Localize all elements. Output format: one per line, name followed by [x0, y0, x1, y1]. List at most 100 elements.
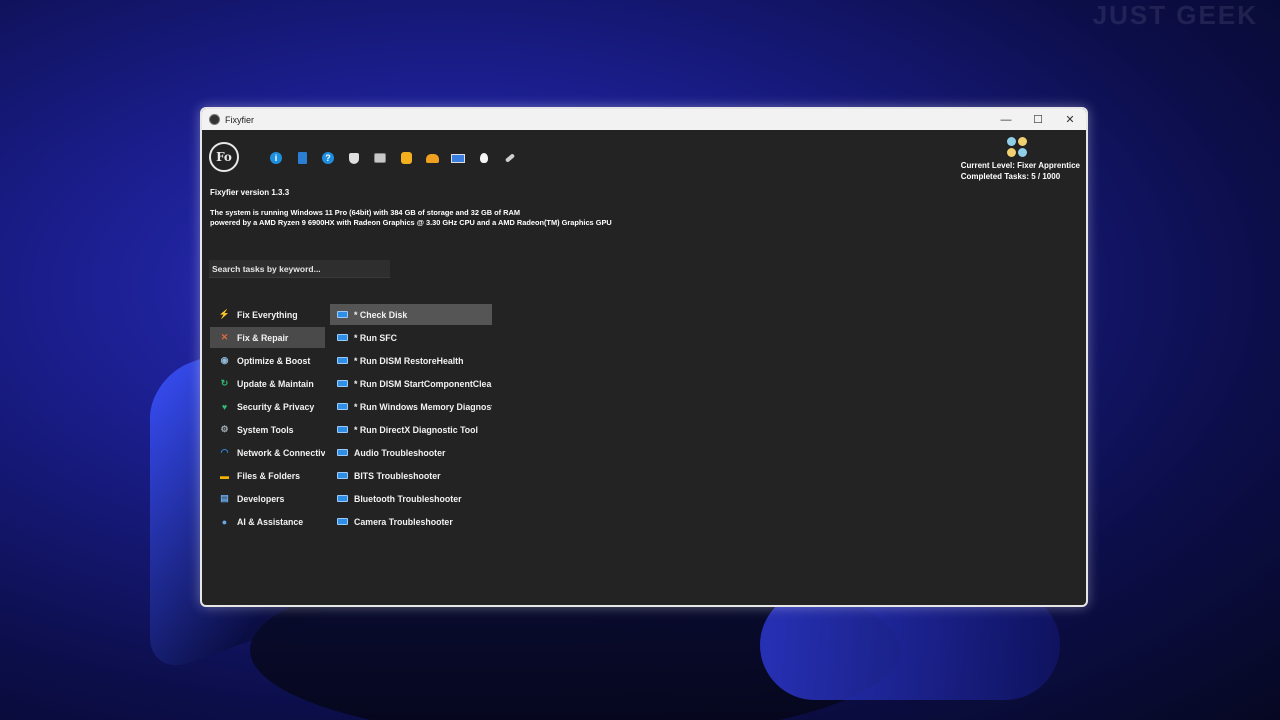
category-label: Optimize & Boost	[237, 355, 311, 366]
task-label: * Run DISM RestoreHealth	[354, 355, 464, 366]
category-label: Files & Folders	[237, 470, 301, 481]
category-item[interactable]: ↻ Update & Maintain	[210, 373, 325, 394]
screen-button[interactable]	[450, 150, 466, 166]
fixyfier-logo: Fo	[209, 142, 239, 172]
shop-button[interactable]	[372, 150, 388, 166]
thumbs-up-icon	[400, 152, 412, 164]
task-label: Audio Troubleshooter	[354, 447, 446, 458]
task-label: * Run Windows Memory Diagnostic	[354, 401, 492, 412]
task-item[interactable]: * Check Disk	[330, 304, 492, 325]
category-label: Network & Connectivity	[237, 447, 325, 458]
window-tool-icon	[337, 311, 348, 318]
help-button[interactable]: ?	[320, 150, 336, 166]
system-info: The system is running Windows 11 Pro (64…	[210, 208, 612, 228]
system-info-line: The system is running Windows 11 Pro (64…	[210, 208, 520, 217]
version-label: Fixyfier version 1.3.3	[210, 188, 290, 197]
category-item[interactable]: ▤ Developers	[210, 488, 325, 509]
lightbulb-icon	[480, 153, 488, 163]
close-button[interactable]: ✕	[1054, 109, 1086, 130]
category-label: AI & Assistance	[237, 516, 304, 527]
lightbulb-button[interactable]	[476, 150, 492, 166]
task-label: BITS Troubleshooter	[354, 470, 441, 481]
app-icon	[209, 114, 220, 125]
window-tool-icon	[337, 334, 348, 341]
shop-icon	[374, 153, 386, 163]
task-item[interactable]: * Run DISM StartComponentCleanup	[330, 373, 492, 394]
category-label: System Tools	[237, 424, 294, 435]
ai-head-icon: ●	[221, 516, 228, 527]
brush-button[interactable]	[502, 150, 518, 166]
window-tool-icon	[337, 472, 348, 479]
category-label: Fix & Repair	[237, 332, 289, 343]
level-badge-icon	[1006, 136, 1028, 158]
window-tool-icon	[337, 495, 348, 502]
minimize-button[interactable]: —	[990, 109, 1022, 130]
task-label: * Run SFC	[354, 332, 398, 343]
category-item[interactable]: ⚙ System Tools	[210, 419, 325, 440]
level-info: Current Level: Fixer Apprentice Complete…	[961, 160, 1080, 182]
wifi-icon: ◠	[220, 447, 229, 457]
maximize-button[interactable]: ☐	[1022, 109, 1054, 130]
category-label: Update & Maintain	[237, 378, 314, 389]
task-item[interactable]: * Run SFC	[330, 327, 492, 348]
donate-button[interactable]	[424, 150, 440, 166]
category-item[interactable]: ✕ Fix & Repair	[210, 327, 325, 348]
info-button[interactable]: i	[268, 150, 284, 166]
toolbar: i?	[268, 150, 518, 166]
search-input[interactable]	[209, 260, 390, 278]
thumbs-up-button[interactable]	[398, 150, 414, 166]
task-item[interactable]: * Run Windows Memory Diagnostic	[330, 396, 492, 417]
document-icon: ▤	[220, 493, 229, 503]
donate-icon	[425, 153, 439, 163]
task-item[interactable]: Audio Troubleshooter	[330, 442, 492, 463]
window-tool-icon	[337, 518, 348, 525]
task-label: Camera Troubleshooter	[354, 516, 453, 527]
window-tool-icon	[337, 357, 348, 364]
category-item[interactable]: ▬ Files & Folders	[210, 465, 325, 486]
category-item[interactable]: ♥ Security & Privacy	[210, 396, 325, 417]
task-label: * Check Disk	[354, 309, 408, 320]
category-label: Developers	[237, 493, 285, 504]
main-content: Fo i? Current Level: Fixer Apprentice Co…	[202, 130, 1086, 605]
task-item[interactable]: Bluetooth Troubleshooter	[330, 488, 492, 509]
window-tool-icon	[337, 380, 348, 387]
category-item[interactable]: ◠ Network & Connectivity	[210, 442, 325, 463]
refresh-icon: ↻	[220, 378, 229, 388]
category-list: ⚡ Fix Everything ✕ Fix & Repair ◉ Optimize & …	[210, 304, 325, 534]
window-tool-icon	[337, 449, 348, 456]
gear-icon: ⚙	[220, 424, 229, 434]
info-icon: i	[270, 152, 282, 164]
window-tool-icon	[337, 403, 348, 410]
shield-icon: ♥	[221, 401, 228, 412]
book-icon	[297, 152, 307, 164]
category-item[interactable]: ● AI & Assistance	[210, 511, 325, 532]
book-button[interactable]	[294, 150, 310, 166]
help-icon: ?	[322, 152, 334, 164]
task-label: * Run DISM StartComponentCleanup	[354, 378, 492, 389]
category-item[interactable]: ⚡ Fix Everything	[210, 304, 325, 325]
window-tool-icon	[337, 426, 348, 433]
task-item[interactable]: Camera Troubleshooter	[330, 511, 492, 532]
coffee-icon	[349, 152, 359, 164]
task-label: Bluetooth Troubleshooter	[354, 493, 462, 504]
window-title: Fixyfier	[225, 114, 254, 125]
tools-icon: ✕	[220, 332, 229, 342]
category-label: Fix Everything	[237, 309, 298, 320]
system-info-line: powered by a AMD Ryzen 9 6900HX with Rad…	[210, 218, 612, 227]
window-controls: — ☐ ✕	[990, 109, 1086, 130]
task-label: * Run DirectX Diagnostic Tool	[354, 424, 478, 435]
title-bar[interactable]: Fixyfier — ☐ ✕	[202, 109, 1086, 130]
brush-icon	[504, 153, 516, 163]
category-item[interactable]: ◉ Optimize & Boost	[210, 350, 325, 371]
task-list: * Check Disk * Run SFC * Run DISM RestoreH…	[330, 304, 492, 534]
task-item[interactable]: * Run DirectX Diagnostic Tool	[330, 419, 492, 440]
category-label: Security & Privacy	[237, 401, 315, 412]
task-item[interactable]: BITS Troubleshooter	[330, 465, 492, 486]
task-item[interactable]: * Run DISM RestoreHealth	[330, 350, 492, 371]
watermark: JUST GEEK	[1092, 0, 1258, 30]
app-window: Fixyfier — ☐ ✕ Fo i? Current Level: Fixe…	[200, 107, 1088, 607]
gauge-icon: ◉	[220, 355, 229, 365]
folder-icon: ▬	[220, 470, 229, 481]
screen-icon	[451, 153, 465, 163]
coffee-button[interactable]	[346, 150, 362, 166]
